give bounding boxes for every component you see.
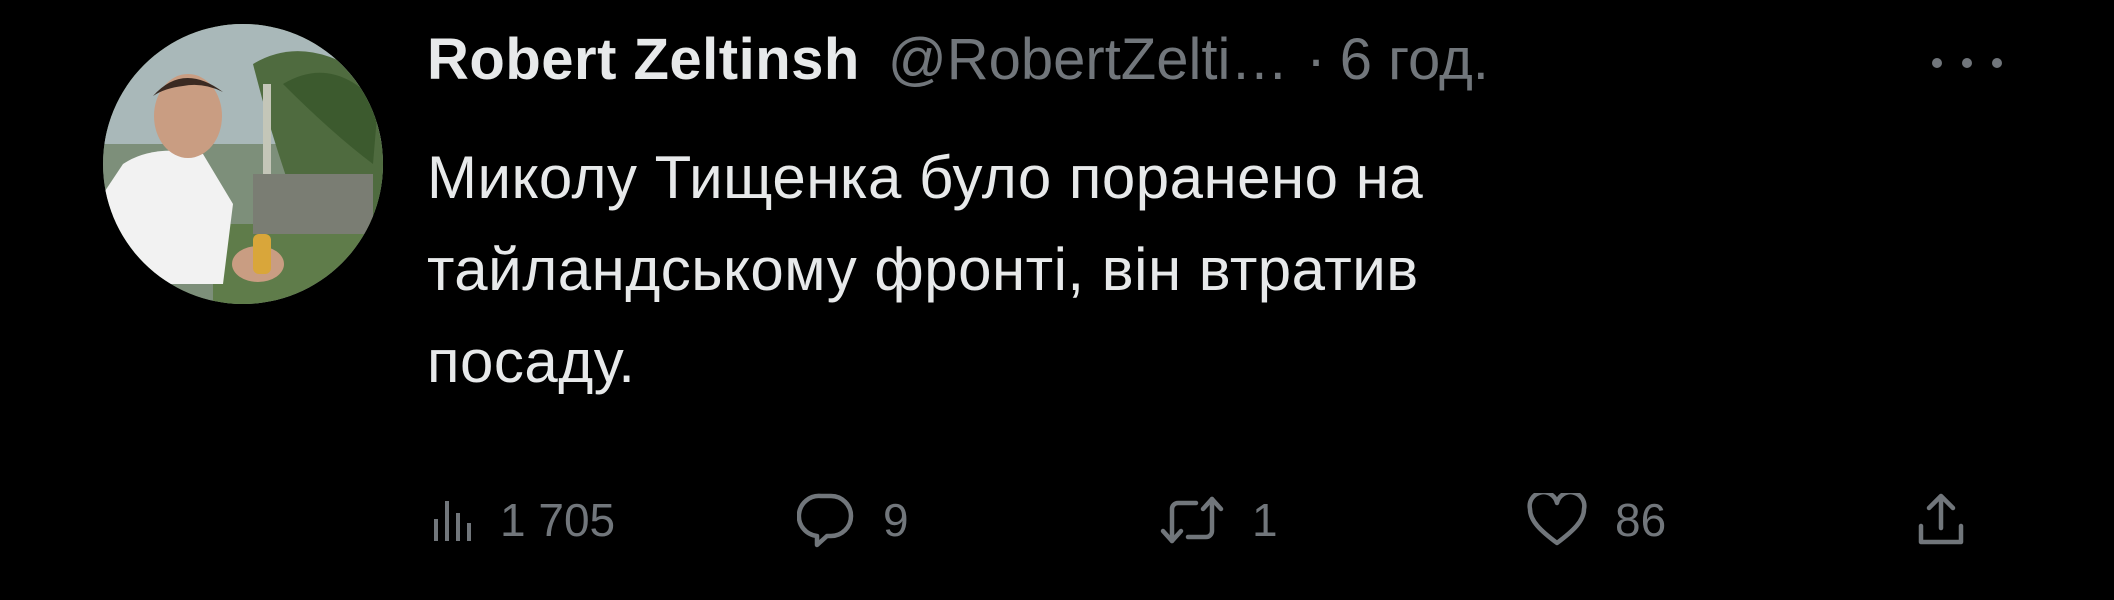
more-horizontal-icon xyxy=(1932,58,1942,68)
views-button[interactable]: 1 705 xyxy=(432,480,615,560)
more-horizontal-icon xyxy=(1992,58,2002,68)
avatar[interactable] xyxy=(103,24,383,304)
reply-icon xyxy=(797,493,854,548)
reply-button[interactable]: 9 xyxy=(797,480,909,560)
views-count: 1 705 xyxy=(500,494,616,546)
like-count: 86 xyxy=(1615,494,1667,546)
share-icon xyxy=(1918,493,1964,545)
author-display-name[interactable]: Robert Zeltinsh xyxy=(427,26,860,93)
author-handle[interactable]: @RobertZelti… xyxy=(888,26,1289,93)
avatar-photo xyxy=(103,24,383,304)
tweet: Robert Zeltinsh @RobertZelti… · 6 год. М… xyxy=(0,0,2114,600)
analytics-icon xyxy=(434,501,471,541)
tweet-text-line: посаду. xyxy=(427,328,636,395)
tweet-text: Миколу Тищенка було поранено на тайландс… xyxy=(427,132,1927,408)
more-options-button[interactable] xyxy=(1932,38,2002,88)
tweet-header: Robert Zeltinsh @RobertZelti… · 6 год. xyxy=(427,26,1489,96)
tweet-actions: 1 705 9 1 86 xyxy=(427,480,2027,560)
like-button[interactable]: 86 xyxy=(1527,480,1666,560)
retweet-icon xyxy=(1160,496,1224,544)
tweet-text-line: тайландському фронті, він втратив xyxy=(427,236,1419,303)
share-button[interactable] xyxy=(1917,480,1965,560)
tweet-text-line: Миколу Тищенка було поранено на xyxy=(427,144,1424,211)
header-separator: · xyxy=(1306,27,1326,92)
retweet-count: 1 xyxy=(1252,494,1278,546)
heart-icon xyxy=(1527,493,1587,546)
retweet-button[interactable]: 1 xyxy=(1160,480,1278,560)
reply-count: 9 xyxy=(883,494,909,546)
more-horizontal-icon xyxy=(1962,58,1972,68)
tweet-timestamp[interactable]: 6 год. xyxy=(1340,26,1489,93)
